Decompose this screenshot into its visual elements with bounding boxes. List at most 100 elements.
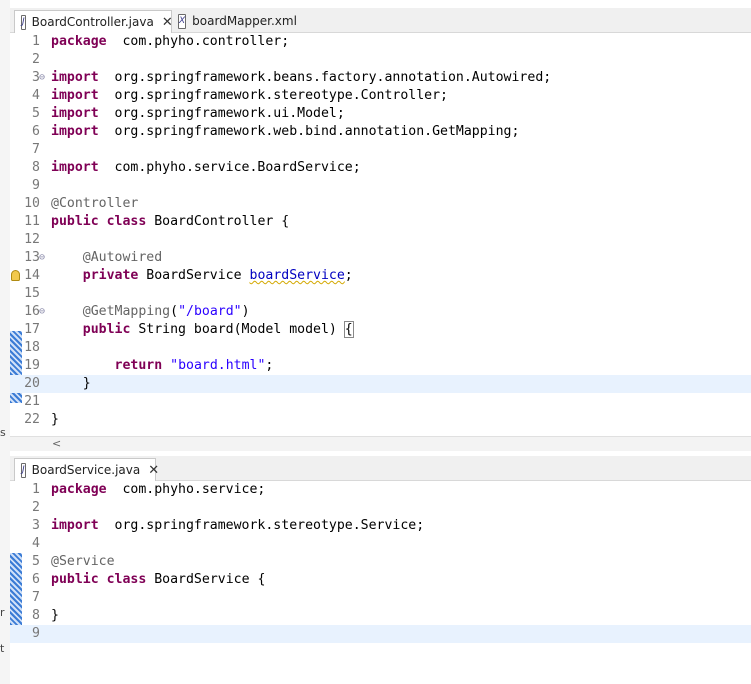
code-token: } [51, 376, 91, 391]
code-line[interactable]: 6 public class BoardService { [10, 571, 751, 589]
tab-board-controller-java[interactable]: J BoardController.java ✕ [14, 10, 173, 33]
line-number: 10 [24, 196, 40, 211]
code-line[interactable]: 4 import org.springframework.stereotype.C… [10, 87, 751, 105]
code-token: "board.html" [170, 358, 266, 373]
code-token: @Controller [51, 196, 139, 211]
code-editor[interactable]: 1 package com.phyho.service; 2 3 import org.… [10, 481, 751, 643]
code-line[interactable]: 1 package com.phyho.controller; [10, 33, 751, 51]
code-text: import com.phyho.service.BoardService; [51, 159, 361, 177]
code-line[interactable]: 19 return "board.html"; [10, 357, 751, 375]
code-token: private [82, 268, 139, 283]
tab-board-mapper-xml[interactable]: X boardMapper.xml [172, 10, 302, 32]
line-number: 3 [32, 518, 40, 533]
code-line[interactable]: 3 import org.springframework.stereotype.S… [10, 517, 751, 535]
code-token: import [51, 88, 99, 103]
code-line[interactable]: 13 ⊖ @Autowired [10, 249, 751, 267]
line-number: 9 [32, 178, 40, 193]
editor-pane-board-service: J BoardService.java ✕ 1 package com.phyho… [10, 456, 751, 684]
fold-toggle-icon[interactable]: ⊖ [39, 303, 45, 321]
line-number: 20 [24, 376, 40, 391]
code-text: @Service [51, 553, 115, 571]
code-line[interactable]: 12 [10, 231, 751, 249]
code-line[interactable]: 20 } [10, 375, 751, 393]
code-token: com.phyho.service.BoardService; [98, 160, 361, 175]
code-token: import [51, 106, 99, 121]
line-number: 9 [32, 626, 40, 641]
code-line[interactable]: 21 [10, 393, 751, 411]
line-number: 17 [24, 322, 40, 337]
code-token: "/board" [178, 304, 242, 319]
line-number: 13 [24, 250, 40, 265]
tab-label: BoardService.java [31, 463, 141, 477]
code-line[interactable]: 8 import com.phyho.service.BoardService; [10, 159, 751, 177]
tab-board-service-java[interactable]: J BoardService.java ✕ [14, 458, 159, 481]
code-token: com.phyho.controller; [106, 34, 290, 49]
code-line[interactable]: 16 ⊖ @GetMapping("/board") [10, 303, 751, 321]
code-line[interactable]: 7 [10, 141, 751, 159]
code-token: ) [241, 304, 250, 319]
code-token: org.springframework.ui.Model; [98, 106, 345, 121]
line-number: 7 [32, 590, 40, 605]
code-line[interactable]: 15 [10, 285, 751, 303]
code-line[interactable]: 17 public String board(Model model) { [10, 321, 751, 339]
code-text: @Autowired [51, 249, 162, 267]
code-token: org.springframework.stereotype.Service; [98, 518, 425, 533]
code-line[interactable]: 2 [10, 51, 751, 69]
line-number: 3 [32, 70, 40, 85]
code-line[interactable]: 11 public class BoardController { [10, 213, 751, 231]
horizontal-scrollbar[interactable]: < [10, 436, 751, 451]
code-text: import org.springframework.stereotype.Co… [51, 87, 448, 105]
code-token: BoardService [138, 268, 250, 283]
code-text: @Controller [51, 195, 138, 213]
line-number: 8 [32, 608, 40, 623]
line-number: 4 [32, 536, 40, 551]
code-token: @Service [51, 554, 115, 569]
code-token: org.springframework.web.bind.annotation.… [98, 124, 520, 139]
line-number: 2 [32, 500, 40, 515]
outer-mark: t [0, 642, 5, 655]
code-line[interactable]: 5 import org.springframework.ui.Model; [10, 105, 751, 123]
code-token: } [51, 608, 59, 623]
code-token: { [343, 321, 354, 338]
code-token: package [51, 34, 107, 49]
code-token: public [82, 322, 131, 337]
code-line[interactable]: 9 [10, 625, 751, 643]
code-token: String board(Model model) [130, 322, 345, 337]
code-text: public String board(Model model) { [51, 321, 354, 339]
fold-toggle-icon[interactable]: ⊖ [39, 69, 45, 87]
code-line[interactable]: 3 ⊖ import org.springframework.beans.facto… [10, 69, 751, 87]
left-view-edge: s r t [0, 0, 10, 684]
code-text: import org.springframework.web.bind.anno… [51, 123, 519, 141]
code-token: BoardService { [146, 572, 266, 587]
code-line[interactable]: 9 [10, 177, 751, 195]
code-text: package com.phyho.controller; [51, 33, 289, 51]
code-text: } [51, 607, 59, 625]
scroll-left-icon[interactable]: < [52, 437, 61, 451]
code-line[interactable]: 14 private BoardService boardService; [10, 267, 751, 285]
code-line[interactable]: 22} [10, 411, 751, 429]
code-text: package com.phyho.service; [51, 481, 265, 499]
line-number: 11 [24, 214, 40, 229]
code-line[interactable]: 6 import org.springframework.web.bind.ann… [10, 123, 751, 141]
tab-label: boardMapper.xml [192, 14, 297, 28]
line-number: 6 [32, 124, 40, 139]
code-line[interactable]: 4 [10, 535, 751, 553]
code-token: import [51, 518, 99, 533]
code-line[interactable]: 7 [10, 589, 751, 607]
code-editor[interactable]: 1 package com.phyho.controller; 2 3 ⊖ import … [10, 33, 751, 429]
code-line[interactable]: 18 [10, 339, 751, 357]
code-line[interactable]: 1 package com.phyho.service; [10, 481, 751, 499]
close-icon[interactable]: ✕ [148, 463, 159, 478]
code-line[interactable]: 8} [10, 607, 751, 625]
code-text: return "board.html"; [51, 357, 274, 375]
code-line[interactable]: 10 @Controller [10, 195, 751, 213]
code-line[interactable]: 2 [10, 499, 751, 517]
fold-toggle-icon[interactable]: ⊖ [39, 249, 45, 267]
code-line[interactable]: 5 @Service [10, 553, 751, 571]
editor-tab-bar: J BoardController.java ✕ X boardMapper.x… [10, 8, 751, 33]
code-token: class [106, 572, 147, 587]
java-file-icon: J [21, 462, 26, 478]
